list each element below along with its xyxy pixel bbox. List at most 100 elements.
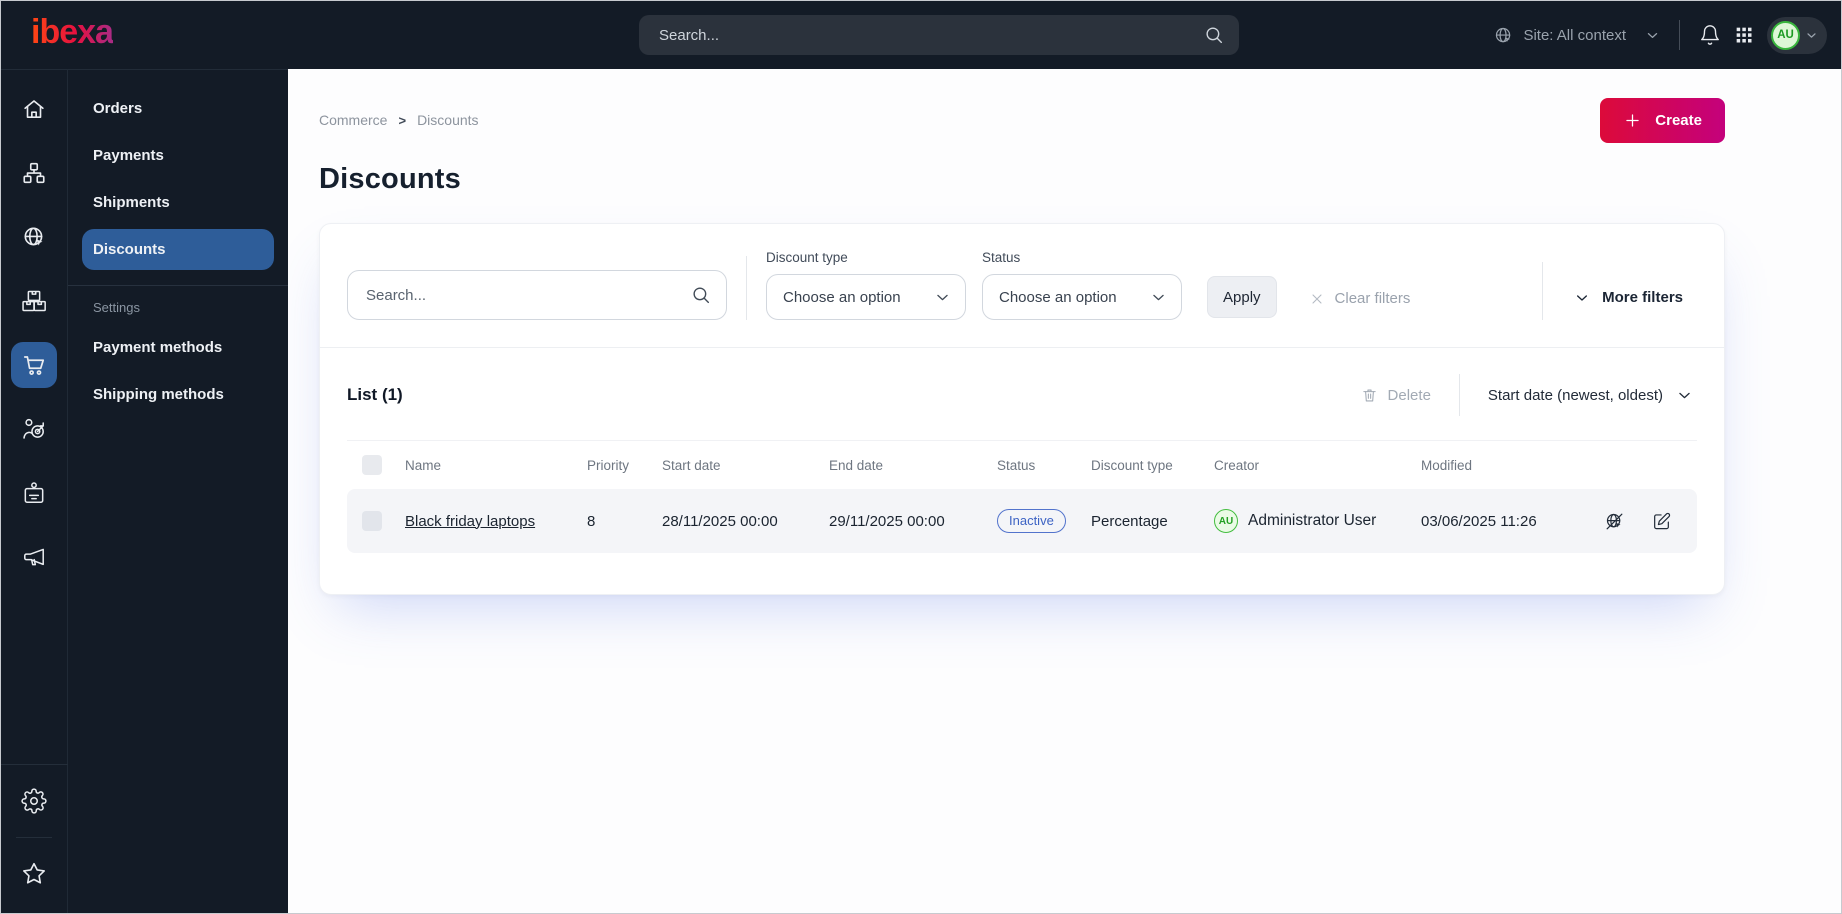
site-context-selector[interactable]: Site: All context (1493, 25, 1660, 46)
breadcrumb-discounts[interactable]: Discounts (417, 112, 478, 128)
chevron-down-icon (934, 289, 951, 306)
commerce-menu: Orders Payments Shipments Discounts Sett… (68, 69, 288, 913)
ibexa-logo[interactable]: ibexa (31, 15, 114, 55)
discounts-list: List (1) Delete Start date (newest, olde (320, 348, 1724, 594)
sort-label: Start date (newest, oldest) (1487, 386, 1663, 404)
page-title: Discounts (319, 163, 461, 195)
chevron-down-icon (1645, 28, 1660, 43)
site-globe-icon (21, 224, 47, 250)
rail-item-bookmarks[interactable] (11, 851, 57, 897)
row-checkbox[interactable] (362, 511, 382, 531)
column-header-start-date: Start date (662, 457, 721, 473)
customer-badge-icon (21, 480, 47, 506)
column-header-status: Status (997, 457, 1036, 473)
globe-slash-icon (1604, 511, 1625, 532)
discount-type: Percentage (1091, 512, 1168, 530)
site-structure-icon (21, 160, 47, 186)
icon-rail (1, 69, 68, 913)
discount-priority: 8 (587, 512, 596, 530)
clear-filters-button[interactable]: Clear filters (1303, 289, 1417, 308)
sidebar-item-orders[interactable]: Orders (82, 88, 274, 129)
sidebar-item-shipments[interactable]: Shipments (82, 182, 274, 223)
user-menu[interactable]: AU (1767, 16, 1827, 54)
discount-type-select[interactable]: Choose an option (766, 274, 966, 320)
status-select[interactable]: Choose an option (982, 274, 1182, 320)
discount-type-label: Discount type (766, 250, 848, 265)
rail-item-home[interactable] (11, 86, 57, 132)
chevron-down-icon (1574, 290, 1590, 306)
sidebar-item-payments[interactable]: Payments (82, 135, 274, 176)
more-filters-button[interactable]: More filters (1568, 288, 1689, 307)
column-header-creator: Creator (1214, 457, 1260, 473)
close-icon (1309, 291, 1325, 307)
menu-divider (68, 285, 288, 286)
delete-button-label: Delete (1387, 386, 1431, 404)
sidebar-item-shipping-methods[interactable]: Shipping methods (82, 374, 274, 415)
status-filter: Status Choose an option (982, 250, 1182, 320)
status-badge: Inactive (997, 509, 1066, 533)
sidebar-item-payment-methods[interactable]: Payment methods (82, 327, 274, 368)
table-row: Black friday laptops 8 28/11/2025 00:00 … (347, 489, 1697, 553)
rail-item-settings[interactable] (11, 778, 57, 824)
breadcrumb-commerce[interactable]: Commerce (319, 112, 387, 128)
topbar: ibexa Site: All context (1, 1, 1841, 69)
select-all-checkbox[interactable] (362, 455, 382, 475)
list-head-divider (1458, 374, 1460, 416)
chevron-down-icon (1676, 387, 1693, 404)
column-header-discount-type: Discount type (1091, 457, 1173, 473)
discounts-table: Name Priority Start date End date Status… (347, 440, 1697, 553)
clear-filters-label: Clear filters (1334, 290, 1411, 307)
filter-search (347, 270, 727, 320)
chevron-down-icon (1150, 289, 1167, 306)
table-header-row: Name Priority Start date End date Status… (347, 441, 1697, 489)
breadcrumb-separator: > (398, 112, 407, 128)
rail-item-site-structure[interactable] (11, 150, 57, 196)
delete-button[interactable]: Delete (1355, 386, 1437, 405)
rail-item-customers[interactable] (11, 470, 57, 516)
apps-grid-icon (1734, 25, 1754, 45)
creator-cell: AU Administrator User (1214, 509, 1421, 533)
column-header-modified: Modified (1421, 457, 1473, 473)
rail-item-commerce[interactable] (11, 342, 57, 388)
settings-section-heading: Settings (93, 300, 140, 315)
edit-icon (1651, 511, 1672, 532)
column-header-end-date: End date (829, 457, 884, 473)
commerce-cart-icon (21, 352, 47, 378)
rail-item-audience[interactable] (11, 406, 57, 452)
notifications-button[interactable] (1699, 24, 1721, 46)
column-header-priority: Priority (587, 457, 630, 473)
list-title: List (1) (347, 385, 403, 404)
status-value: Choose an option (999, 288, 1117, 306)
rail-divider (1, 764, 68, 765)
status-label: Status (982, 250, 1021, 265)
rail-item-products[interactable] (11, 278, 57, 324)
search-icon[interactable] (1203, 24, 1225, 46)
globe-icon (1493, 25, 1514, 46)
settings-gear-icon (21, 788, 47, 814)
creator-avatar: AU (1214, 509, 1238, 533)
global-search-input[interactable] (639, 15, 1239, 55)
rail-item-campaigns[interactable] (11, 534, 57, 580)
bookmarks-star-icon (21, 861, 47, 887)
sidebar-item-discounts[interactable]: Discounts (82, 229, 274, 270)
filter-search-input[interactable] (347, 270, 727, 320)
sort-selector[interactable]: Start date (newest, oldest) (1482, 386, 1697, 405)
apply-button[interactable]: Apply (1207, 276, 1277, 318)
chevron-down-icon (1805, 29, 1818, 42)
bell-icon (1699, 24, 1721, 46)
column-header-name: Name (405, 457, 442, 473)
products-icon (21, 288, 47, 314)
edit-button[interactable] (1651, 511, 1672, 532)
search-icon[interactable] (690, 284, 712, 306)
discount-name-link[interactable]: Black friday laptops (405, 513, 535, 530)
apps-grid-button[interactable] (1734, 25, 1754, 45)
creator-name: Administrator User (1248, 512, 1377, 529)
create-button[interactable]: Create (1600, 97, 1725, 143)
campaign-megaphone-icon (21, 544, 47, 570)
app-window: ibexa Site: All context (0, 0, 1842, 914)
rail-item-site[interactable] (11, 214, 57, 260)
avatar: AU (1771, 20, 1800, 50)
site-context-label: Site: All context (1523, 26, 1626, 44)
global-search (639, 15, 1239, 55)
preview-disabled-button[interactable] (1604, 511, 1625, 532)
